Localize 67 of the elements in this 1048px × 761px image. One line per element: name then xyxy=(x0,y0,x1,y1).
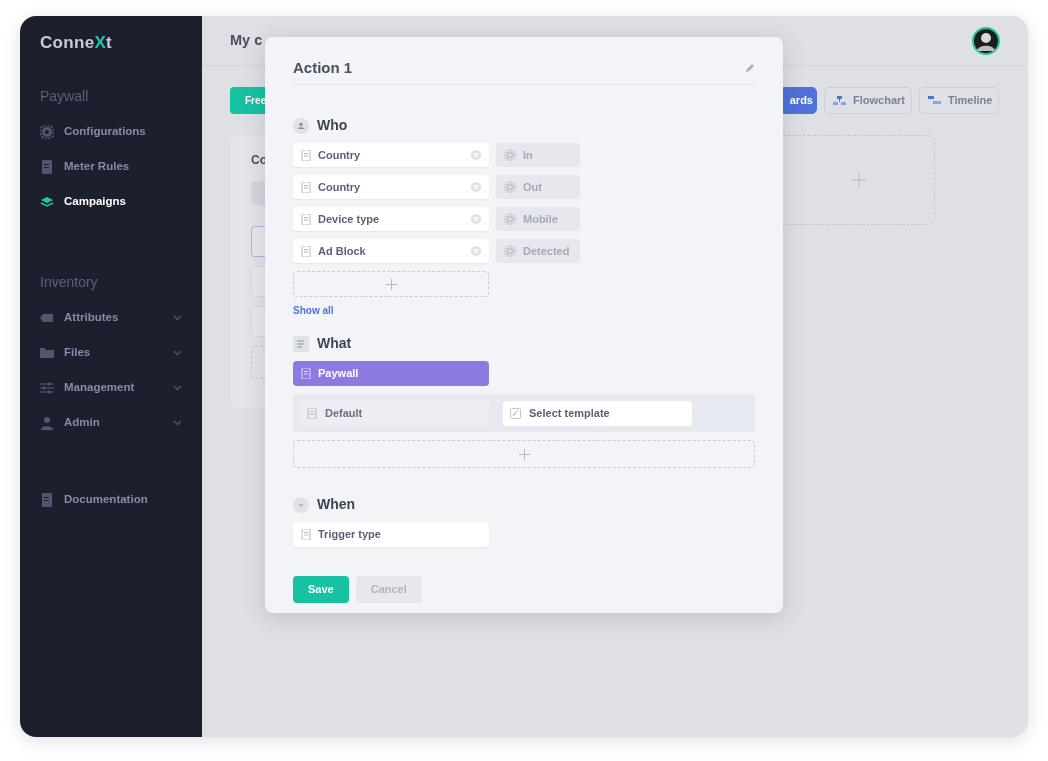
avatar xyxy=(972,26,1000,55)
condition-field[interactable]: Country xyxy=(293,143,489,167)
gear-icon xyxy=(40,125,54,139)
modal-title: Action 1 xyxy=(293,59,353,77)
section-title: Paywall xyxy=(40,86,89,106)
clear-icon xyxy=(471,214,481,224)
content-type-field[interactable]: Paywall xyxy=(293,361,489,386)
gear-icon xyxy=(504,245,516,257)
sidebar-item[interactable]: Admin xyxy=(40,405,182,441)
template-option[interactable]: Select template xyxy=(503,400,692,426)
condition-field[interactable]: Ad Block xyxy=(293,239,489,263)
list-icon xyxy=(293,335,309,352)
document-icon xyxy=(301,529,311,540)
edit-icon xyxy=(510,407,521,419)
person-icon xyxy=(40,416,54,430)
sidebar-item[interactable]: Campaigns xyxy=(40,184,182,220)
view-tab[interactable]: ards xyxy=(783,87,817,114)
document-icon xyxy=(40,493,54,507)
card-item[interactable] xyxy=(251,306,265,337)
trigger-type-field[interactable]: Trigger type xyxy=(293,522,489,547)
tag-icon xyxy=(40,311,54,325)
tab-strip xyxy=(251,181,265,205)
page-title: My c xyxy=(230,30,263,50)
section-heading: When xyxy=(317,495,356,514)
condition-field[interactable]: Country xyxy=(293,175,489,199)
person-icon xyxy=(293,117,309,134)
section-heading: What xyxy=(317,334,352,353)
document-icon xyxy=(301,213,311,225)
template-option[interactable]: Default xyxy=(300,400,489,426)
sidebar-item[interactable]: Meter Rules xyxy=(40,149,182,185)
document-icon xyxy=(301,368,311,379)
logo: ConneXt xyxy=(40,32,112,54)
document-icon xyxy=(307,407,317,419)
sidebar-item[interactable]: Documentation xyxy=(40,482,182,518)
document-icon xyxy=(301,149,311,161)
pencil-icon xyxy=(745,63,755,73)
add-template-button[interactable] xyxy=(293,440,755,468)
clear-icon xyxy=(471,246,481,256)
plus-icon xyxy=(851,173,866,187)
timeline-icon xyxy=(928,96,941,105)
folder-icon xyxy=(40,346,54,360)
layers-icon xyxy=(40,195,54,209)
gear-icon xyxy=(504,149,516,161)
document-icon xyxy=(40,160,54,174)
gear-icon xyxy=(504,181,516,193)
clear-icon xyxy=(471,150,481,160)
view-tab[interactable]: Flowchart xyxy=(824,87,912,114)
condition-field[interactable]: Device type xyxy=(293,207,489,231)
sidebar-item[interactable]: Management xyxy=(40,370,182,406)
document-icon xyxy=(301,181,311,193)
sidebar-item[interactable]: Files xyxy=(40,335,182,371)
plus-icon xyxy=(518,448,530,460)
plus-icon xyxy=(385,278,397,290)
card-item[interactable] xyxy=(251,266,265,297)
sliders-icon xyxy=(40,381,54,395)
view-tab[interactable]: Timeline xyxy=(919,87,999,114)
document-icon xyxy=(301,245,311,257)
sidebar-item[interactable]: Attributes xyxy=(40,300,182,336)
clear-icon xyxy=(471,182,481,192)
gear-icon xyxy=(504,213,516,225)
add-condition-button[interactable] xyxy=(293,271,489,297)
sidebar-item[interactable]: Configurations xyxy=(40,114,182,150)
card-item[interactable] xyxy=(251,226,265,257)
show-all-link[interactable]: Show all xyxy=(293,303,334,318)
section-title: Inventory xyxy=(40,272,98,292)
flowchart-icon xyxy=(833,96,846,105)
section-heading: Who xyxy=(317,116,348,135)
